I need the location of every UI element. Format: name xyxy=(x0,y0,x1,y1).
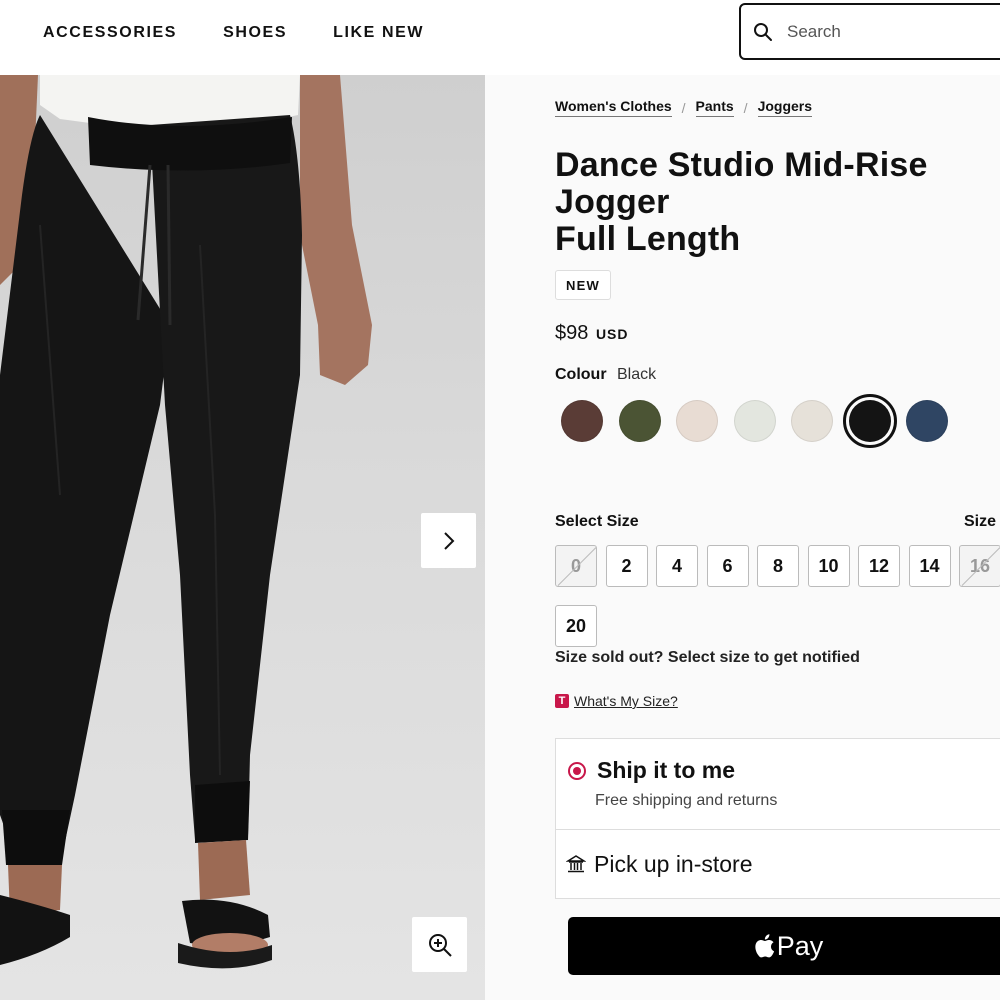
product-photo xyxy=(0,75,372,969)
colour-swatch[interactable] xyxy=(906,400,948,442)
nav-shoes[interactable]: SHOES xyxy=(223,24,287,42)
size-guide-link[interactable]: Size G xyxy=(964,513,1000,531)
breadcrumb: Women's Clothes / Pants / Joggers xyxy=(555,98,813,117)
colour-swatch[interactable] xyxy=(791,400,833,442)
product-title: Dance Studio Mid-Rise Jogger Full Length xyxy=(555,147,985,258)
product-title-line: Dance Studio Mid-Rise xyxy=(555,146,928,184)
next-image-button[interactable] xyxy=(421,513,476,568)
colour-selection-label: Colour Black xyxy=(555,366,656,384)
pickup-in-store-option[interactable]: Pick up in-store xyxy=(555,829,1000,899)
size-option[interactable]: 8 xyxy=(757,545,799,587)
nav-like-new[interactable]: LIKE NEW xyxy=(333,24,424,42)
radio-selected-icon[interactable] xyxy=(568,762,586,780)
breadcrumb-separator: / xyxy=(681,99,686,116)
size-option[interactable]: 2 xyxy=(605,545,648,587)
select-size-label: Select Size xyxy=(555,513,639,530)
price: $98 USD xyxy=(555,322,629,345)
size-option[interactable]: 16 xyxy=(959,545,1000,587)
colour-swatches xyxy=(561,394,981,448)
product-details-panel: Women's Clothes / Pants / Joggers Dance … xyxy=(485,75,1000,1000)
colour-swatch[interactable] xyxy=(733,400,776,442)
size-option[interactable]: 14 xyxy=(908,545,951,587)
product-title-line: Full Length xyxy=(555,220,741,258)
breadcrumb-separator: / xyxy=(743,99,748,116)
breadcrumb-pants[interactable]: Pants xyxy=(695,98,734,117)
ship-subtitle: Free shipping and returns xyxy=(595,792,778,809)
product-title-line: Jogger xyxy=(555,183,670,221)
size-option[interactable]: 0 xyxy=(555,545,597,587)
whats-my-size-label[interactable]: What's My Size? xyxy=(574,693,678,709)
search-box[interactable] xyxy=(739,3,1000,60)
search-input[interactable] xyxy=(787,21,987,42)
whats-my-size-link[interactable]: T What's My Size? xyxy=(555,693,678,709)
site-header: ACCESSORIES SHOES LIKE NEW xyxy=(0,0,1000,75)
price-amount: $98 xyxy=(555,322,589,344)
colour-swatch[interactable] xyxy=(618,400,661,442)
breadcrumb-womens-clothes[interactable]: Women's Clothes xyxy=(555,98,672,117)
size-option[interactable]: 12 xyxy=(858,545,900,587)
zoom-in-icon xyxy=(428,933,452,957)
colour-swatch[interactable] xyxy=(676,400,718,442)
true-fit-icon: T xyxy=(555,694,569,708)
size-option[interactable]: 20 xyxy=(555,605,597,647)
size-option[interactable]: 10 xyxy=(807,545,850,587)
ship-title: Ship it to me xyxy=(597,757,735,783)
product-image-gallery xyxy=(0,75,485,1000)
apple-pay-label: Pay xyxy=(776,930,824,961)
apple-pay-button[interactable]: Pay xyxy=(568,917,1000,975)
colour-swatch[interactable] xyxy=(842,394,897,448)
chevron-right-icon xyxy=(443,531,454,550)
zoom-button[interactable] xyxy=(412,917,467,972)
size-option[interactable]: 6 xyxy=(706,545,749,587)
top-nav: ACCESSORIES SHOES LIKE NEW xyxy=(43,24,424,42)
colour-label: Colour xyxy=(555,366,607,383)
store-icon xyxy=(566,855,586,873)
colour-swatch[interactable] xyxy=(561,400,603,442)
size-option[interactable]: 4 xyxy=(656,545,698,587)
ship-to-me-option[interactable]: Ship it to me Free shipping and returns xyxy=(555,738,1000,830)
search-icon[interactable] xyxy=(753,22,773,42)
apple-logo-icon xyxy=(755,934,774,958)
sold-out-note: Size sold out? Select size to get notifi… xyxy=(555,649,860,666)
pickup-title: Pick up in-store xyxy=(594,851,753,877)
colour-value: Black xyxy=(617,366,657,383)
breadcrumb-joggers[interactable]: Joggers xyxy=(757,98,813,117)
price-currency: USD xyxy=(595,326,629,342)
new-badge: NEW xyxy=(555,270,611,300)
nav-accessories[interactable]: ACCESSORIES xyxy=(43,24,177,42)
